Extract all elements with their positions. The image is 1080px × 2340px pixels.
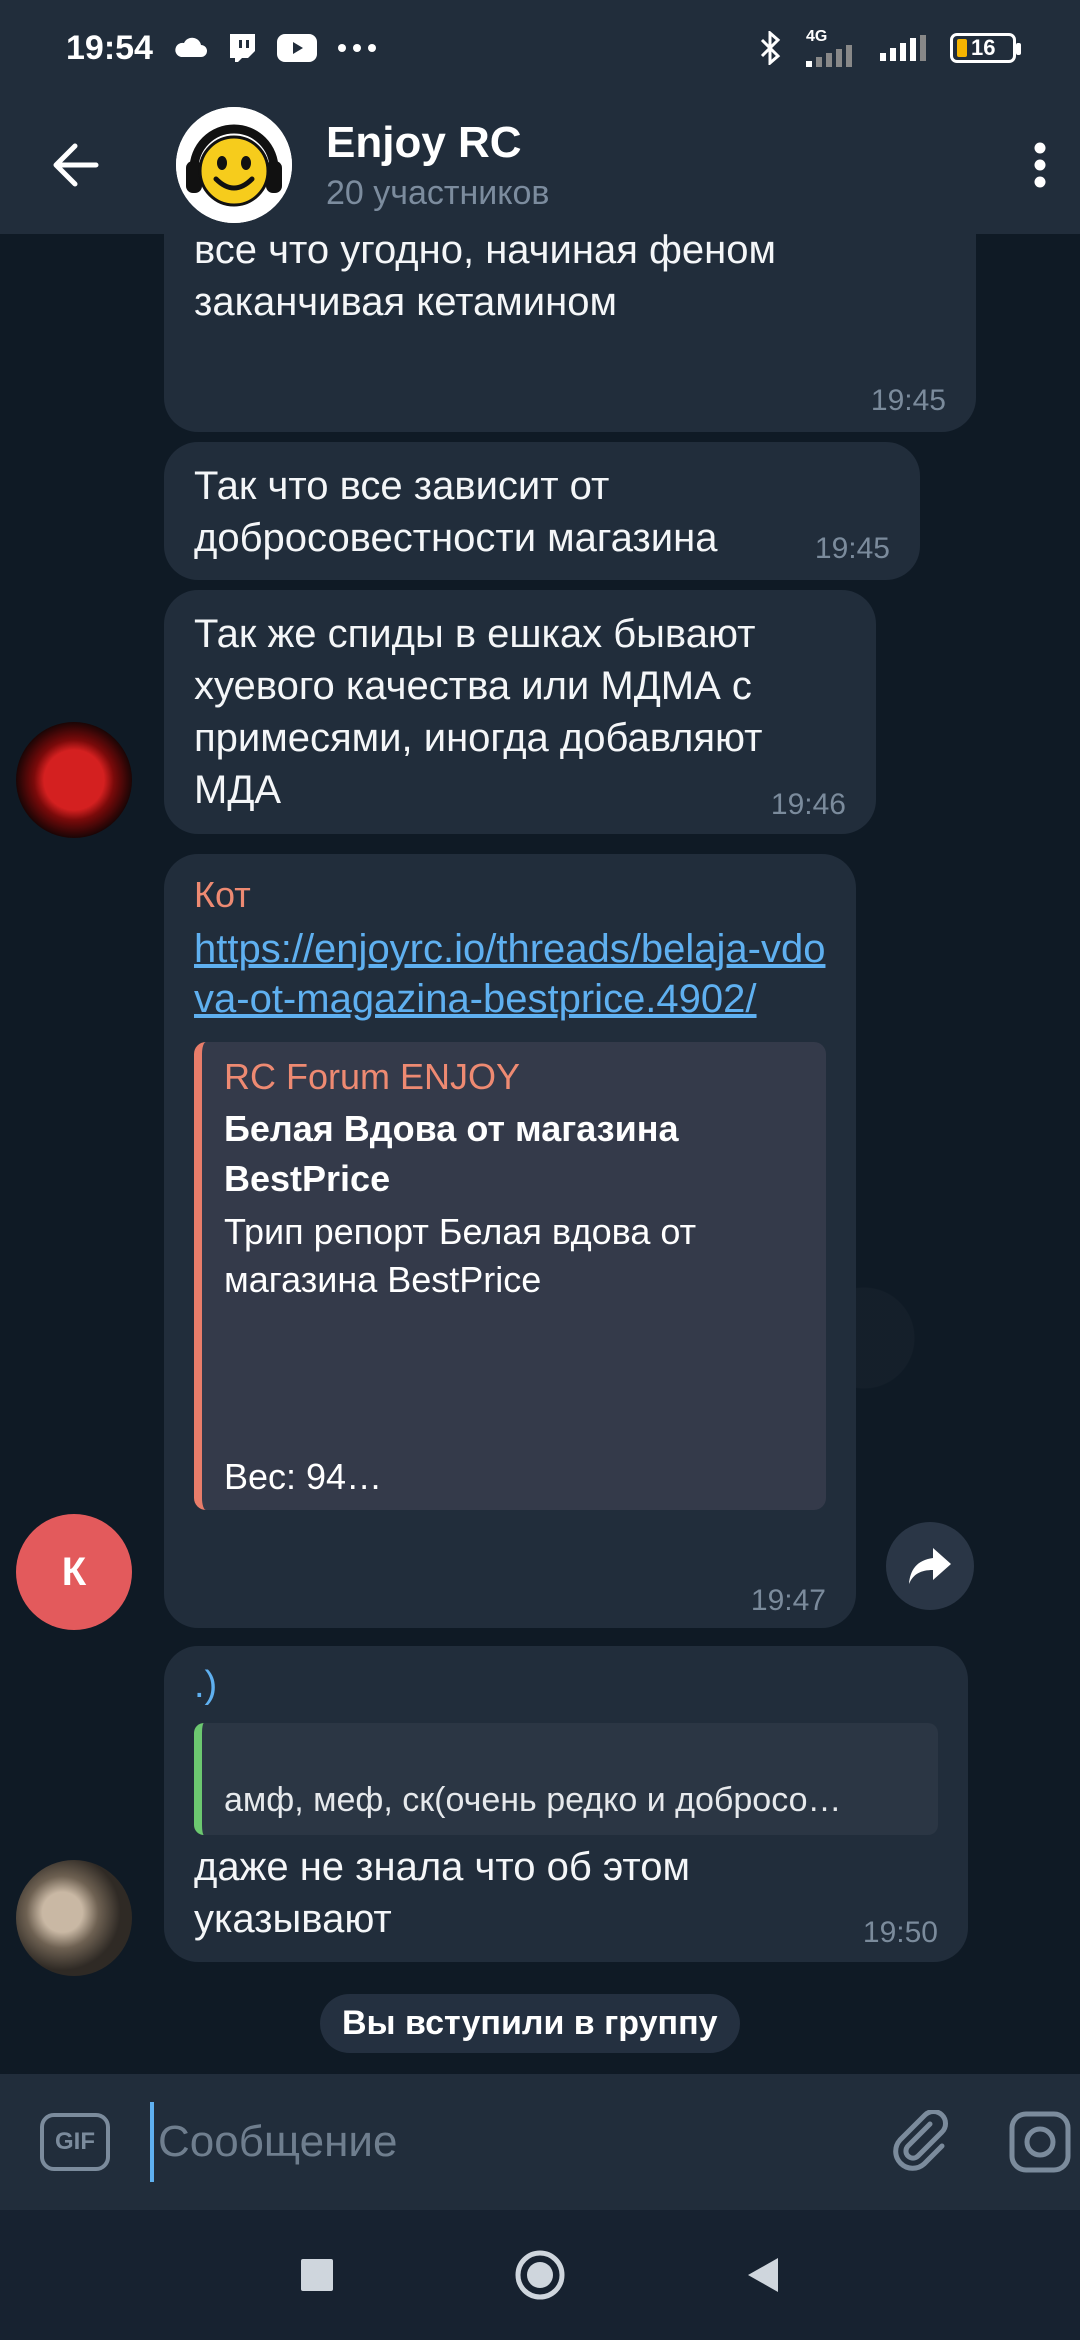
youtube-icon (276, 34, 317, 62)
user-avatar-photo[interactable] (16, 1860, 132, 1976)
group-member-count: 20 участников (326, 173, 550, 212)
share-button[interactable] (886, 1522, 974, 1610)
sender-name[interactable]: Кот (194, 874, 826, 916)
cloud-icon (173, 37, 207, 59)
message-time: 19:45 (870, 384, 946, 417)
paperclip-icon (893, 2110, 948, 2171)
smiley-headphones-icon (176, 107, 292, 223)
message-text: Так что все зависит от добросовестности … (194, 464, 718, 560)
message-bubble[interactable]: Так что все зависит от добросовестности … (164, 442, 920, 580)
bluetooth-icon (758, 31, 784, 65)
reply-sender: .) (194, 1664, 218, 1706)
avatar-letter: К (61, 1549, 87, 1594)
message-link[interactable]: https://enjoyrc.io/threads/belaja-vdova-… (194, 924, 834, 1024)
share-arrow-icon (909, 1548, 951, 1584)
reply-quote[interactable]: амф, меф, ск(очень редко и добросо… (194, 1723, 938, 1835)
home-circle-icon[interactable] (514, 2249, 566, 2301)
message-time: 19:50 (862, 1916, 938, 1949)
more-notifications-icon (337, 43, 377, 53)
status-left: 19:54 (66, 29, 377, 68)
chat-messages[interactable]: указывают) в целом там может быть все чт… (0, 234, 1080, 2074)
more-menu-button[interactable] (1000, 96, 1080, 234)
user-avatar-k[interactable]: К (16, 1514, 132, 1630)
group-avatar[interactable] (176, 107, 292, 223)
message-time: 19:46 (770, 788, 846, 821)
message-time: 19:47 (750, 1584, 826, 1617)
back-button[interactable] (0, 96, 150, 234)
chat-header: Enjoy RC 20 участников (0, 96, 1080, 234)
camera-icon (1009, 2111, 1071, 2173)
message-input-bar: GIF (0, 2074, 1080, 2210)
gif-button[interactable]: GIF (40, 2113, 110, 2171)
message-bubble[interactable]: .) амф, меф, ск(очень редко и добросо… д… (164, 1646, 968, 1962)
signal-4g-icon: 4G (806, 29, 858, 67)
message-text: Так же спиды в ешках бывают хуевого каче… (194, 612, 763, 812)
message-time: 19:45 (814, 532, 890, 565)
message-bubble[interactable]: Кот https://enjoyrc.io/threads/belaja-vd… (164, 854, 856, 1628)
link-preview[interactable]: RC Forum ENJOY Белая Вдова от магазина B… (194, 1042, 826, 1510)
recents-square-icon[interactable] (300, 2258, 334, 2292)
user-avatar-red-moon[interactable] (16, 722, 132, 838)
service-message: Вы вступили в группу (320, 1994, 740, 2053)
message-bubble[interactable]: указывают) в целом там может быть все чт… (164, 234, 976, 432)
camera-button[interactable] (1000, 2102, 1080, 2182)
battery-icon: 16 (950, 33, 1021, 63)
message-bubble[interactable]: Так же спиды в ешках бывают хуевого каче… (164, 590, 876, 834)
attach-button[interactable] (880, 2102, 960, 2182)
battery-level: 16 (971, 35, 996, 60)
preview-title: Белая Вдова от магазина BestPrice (224, 1108, 679, 1199)
more-vertical-icon (1034, 142, 1046, 188)
twitch-icon (227, 32, 257, 64)
battery-fill (957, 39, 967, 57)
message-input[interactable] (150, 2102, 850, 2182)
header-text[interactable]: Enjoy RC 20 участников (326, 118, 549, 213)
status-bar: 19:54 4G 16 (0, 0, 1080, 96)
arrow-left-icon (53, 143, 99, 187)
network-label: 4G (806, 28, 828, 45)
system-nav-bar (0, 2210, 1080, 2340)
status-time: 19:54 (66, 28, 153, 67)
message-text: указывают) в целом там может быть все чт… (194, 234, 776, 324)
back-triangle-icon[interactable] (746, 2256, 780, 2294)
signal-icon (880, 35, 928, 61)
group-title: Enjoy RC (326, 117, 522, 167)
preview-footer: Вес: 94… (224, 1456, 383, 1497)
preview-description: Трип репорт Белая вдова от магазина Best… (224, 1211, 697, 1300)
preview-site-name: RC Forum ENJOY (224, 1056, 521, 1097)
status-right: 4G 16 (758, 29, 1021, 67)
message-text: даже не знала что об этом указывают (194, 1845, 691, 1941)
